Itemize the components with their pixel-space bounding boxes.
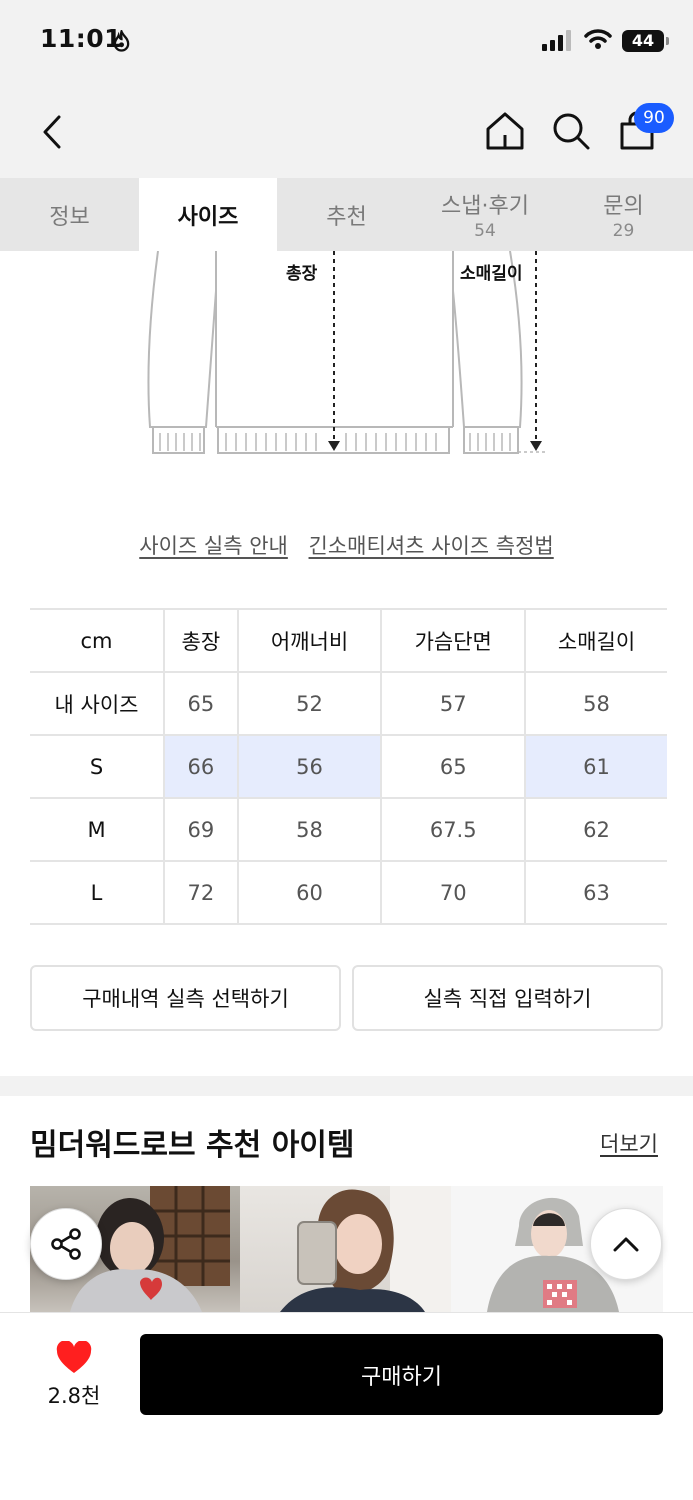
like-button[interactable]	[52, 1338, 96, 1378]
table-cell: 58	[237, 798, 383, 862]
tab-count: 54	[474, 221, 496, 241]
table-row: L 72 60 70 63	[30, 861, 667, 925]
tab-label: 추천	[326, 204, 367, 230]
flame-icon	[113, 30, 130, 52]
length-label: 총장	[286, 264, 318, 284]
signal-icon	[542, 30, 571, 51]
share-button[interactable]	[30, 1208, 102, 1280]
column-header: 총장	[164, 608, 239, 673]
table-cell: 65	[164, 672, 239, 736]
like-count: 2.8천	[47, 1384, 101, 1408]
tab-size[interactable]: 사이즈	[139, 178, 277, 251]
table-cell-highlighted: 56	[237, 735, 383, 799]
product-tabs: 정보 사이즈 추천 스냅·후기 54 문의 29	[0, 178, 693, 251]
column-header: 가슴단면	[381, 608, 527, 673]
table-cell: 57	[381, 672, 527, 736]
chevron-up-icon	[613, 1237, 639, 1252]
wifi-icon	[584, 29, 612, 49]
battery-indicator: 44	[622, 30, 669, 52]
size-guide-links: 사이즈 실측 안내 긴소매티셔츠 사이즈 측정법	[0, 530, 693, 560]
column-header: 어깨너비	[237, 608, 383, 673]
select-purchase-history-button[interactable]: 구매내역 실측 선택하기	[30, 965, 341, 1031]
measure-method-link[interactable]: 긴소매티셔츠 사이즈 측정법	[309, 534, 554, 558]
tab-snap-review[interactable]: 스냅·후기 54	[416, 178, 554, 251]
section-divider	[0, 1076, 693, 1096]
table-cell: 58	[525, 672, 667, 736]
table-row: 내 사이즈 65 52 57 58	[30, 672, 667, 736]
status-bar: 11:01 44	[0, 0, 693, 88]
table-cell: 63	[525, 861, 667, 925]
row-label: M	[30, 798, 165, 862]
recommend-title: 밈더워드로브 추천 아이템	[30, 1128, 355, 1163]
back-icon[interactable]	[30, 110, 74, 154]
tab-count: 29	[612, 221, 635, 241]
row-label: 내 사이즈	[30, 672, 165, 736]
sleeve-length-label: 소매길이	[460, 264, 523, 284]
search-icon[interactable]	[548, 108, 594, 154]
tab-info[interactable]: 정보	[0, 178, 139, 251]
cart-count-badge: 90	[634, 103, 674, 133]
table-cell: 70	[381, 861, 527, 925]
table-cell-highlighted: 66	[164, 735, 239, 799]
column-header: 소매길이	[525, 608, 667, 673]
size-guide-link[interactable]: 사이즈 실측 안내	[139, 534, 288, 558]
table-cell: 62	[525, 798, 667, 862]
tab-recommend[interactable]: 추천	[277, 178, 416, 251]
unit-header: cm	[30, 608, 165, 673]
heart-icon	[56, 1341, 92, 1373]
table-cell: 65	[381, 735, 527, 799]
tab-label: 문의	[603, 194, 644, 219]
share-icon	[51, 1228, 81, 1260]
size-table: cm 총장 어깨너비 가슴단면 소매길이 내 사이즈 65 52 57 58 S…	[30, 608, 667, 925]
table-row: M 69 58 67.5 62	[30, 798, 667, 862]
table-cell: 72	[164, 861, 239, 925]
table-cell: 67.5	[381, 798, 527, 862]
scroll-top-button[interactable]	[590, 1208, 662, 1280]
tab-label: 정보	[49, 204, 90, 230]
table-cell-highlighted: 61	[525, 735, 667, 799]
tab-label: 스냅·후기	[441, 194, 529, 219]
more-link[interactable]: 더보기	[600, 1128, 658, 1158]
row-label: S	[30, 735, 165, 799]
product-thumbnail[interactable]	[240, 1186, 451, 1312]
manual-input-button[interactable]: 실측 직접 입력하기	[352, 965, 663, 1031]
tab-inquiry[interactable]: 문의 29	[554, 178, 693, 251]
table-cell: 69	[164, 798, 239, 862]
nav-bar	[0, 88, 693, 178]
table-row: S 66 56 65 61	[30, 735, 667, 799]
buy-button[interactable]: 구매하기	[140, 1334, 663, 1415]
table-cell: 52	[237, 672, 383, 736]
size-diagram: 총장 소매길이	[0, 251, 693, 481]
tab-label: 사이즈	[177, 204, 239, 230]
status-time: 11:01	[40, 24, 123, 53]
sweatshirt-diagram-icon	[147, 251, 548, 454]
home-icon[interactable]	[482, 108, 528, 154]
table-cell: 60	[237, 861, 383, 925]
row-label: L	[30, 861, 165, 925]
table-header-row: cm 총장 어깨너비 가슴단면 소매길이	[30, 608, 667, 673]
